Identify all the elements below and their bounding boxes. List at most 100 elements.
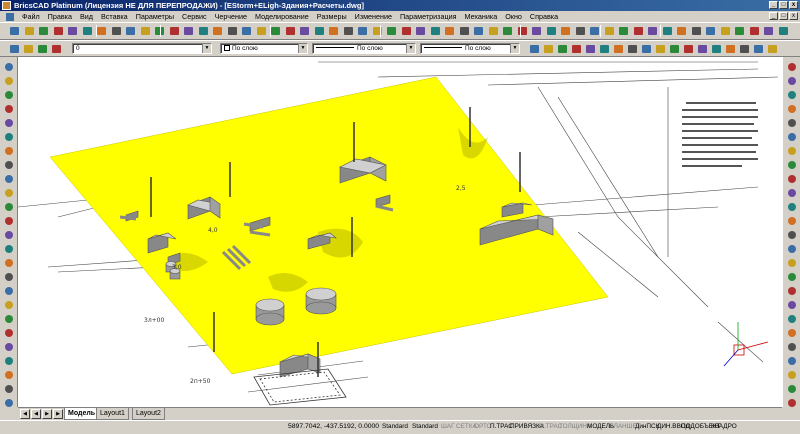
last-tab-button[interactable]: ▶ bbox=[53, 409, 63, 419]
toolbar-button[interactable] bbox=[342, 25, 355, 37]
menu-item[interactable]: Вид bbox=[76, 11, 97, 22]
toolbar-button[interactable] bbox=[766, 43, 779, 55]
menu-item[interactable]: Окно bbox=[501, 11, 526, 22]
text-style[interactable]: Standard bbox=[382, 423, 408, 430]
toolbar-button[interactable] bbox=[429, 25, 442, 37]
toolbar-button[interactable] bbox=[617, 25, 630, 37]
draw-tool-button[interactable] bbox=[3, 187, 15, 199]
view-tool-button[interactable] bbox=[786, 313, 798, 325]
draw-tool-button[interactable] bbox=[3, 383, 15, 395]
menu-item[interactable]: Моделирование bbox=[251, 11, 313, 22]
view-tool-button[interactable] bbox=[786, 229, 798, 241]
layer-dropdown[interactable]: 0 ▼ bbox=[72, 43, 212, 54]
toolbar-button[interactable] bbox=[598, 43, 611, 55]
menu-item[interactable]: Справка bbox=[526, 11, 562, 22]
status-toggle[interactable]: ОРТО bbox=[474, 423, 492, 430]
draw-tool-button[interactable] bbox=[3, 257, 15, 269]
menu-item[interactable]: Механика bbox=[461, 11, 502, 22]
draw-tool-button[interactable] bbox=[3, 285, 15, 297]
menu-item[interactable]: Вставка bbox=[97, 11, 132, 22]
view-tool-button[interactable] bbox=[786, 285, 798, 297]
doc-restore-button[interactable]: □ bbox=[779, 12, 788, 20]
toolbar-button[interactable] bbox=[559, 25, 572, 37]
draw-tool-button[interactable] bbox=[3, 61, 15, 73]
toolbar-button[interactable] bbox=[400, 25, 413, 37]
view-tool-button[interactable] bbox=[786, 243, 798, 255]
toolbar-button[interactable] bbox=[704, 25, 717, 37]
toolbar-button[interactable] bbox=[182, 25, 195, 37]
draw-tool-button[interactable] bbox=[3, 145, 15, 157]
draw-tool-button[interactable] bbox=[3, 131, 15, 143]
draw-tool-button[interactable] bbox=[3, 159, 15, 171]
toolbar-button[interactable] bbox=[612, 43, 625, 55]
toolbar-button[interactable] bbox=[654, 43, 667, 55]
toolbar-button[interactable] bbox=[661, 25, 674, 37]
draw-tool-button[interactable] bbox=[3, 89, 15, 101]
toolbar-button[interactable] bbox=[675, 25, 688, 37]
draw-tool-button[interactable] bbox=[3, 313, 15, 325]
close-button[interactable]: x bbox=[789, 1, 798, 9]
doc-close-button[interactable]: x bbox=[789, 12, 798, 20]
status-toggle[interactable]: КВАДРО bbox=[711, 423, 737, 430]
draw-tool-button[interactable] bbox=[3, 341, 15, 353]
toolbar-button[interactable] bbox=[37, 25, 50, 37]
color-dropdown[interactable]: По слою ▼ bbox=[220, 43, 308, 54]
view-tool-button[interactable] bbox=[786, 341, 798, 353]
toolbar-button[interactable] bbox=[487, 25, 500, 37]
view-tool-button[interactable] bbox=[786, 257, 798, 269]
linetype-dropdown[interactable]: По слою ▼ bbox=[312, 43, 416, 54]
view-tool-button[interactable] bbox=[786, 383, 798, 395]
toolbar-button[interactable] bbox=[36, 43, 49, 55]
toolbar-button[interactable] bbox=[168, 25, 181, 37]
toolbar-button[interactable] bbox=[710, 43, 723, 55]
toolbar-button[interactable] bbox=[284, 25, 297, 37]
toolbar-button[interactable] bbox=[626, 43, 639, 55]
view-tool-button[interactable] bbox=[786, 61, 798, 73]
view-tool-button[interactable] bbox=[786, 131, 798, 143]
view-tool-button[interactable] bbox=[786, 271, 798, 283]
toolbar-button[interactable] bbox=[748, 25, 761, 37]
toolbar-button[interactable] bbox=[458, 25, 471, 37]
toolbar-button[interactable] bbox=[542, 43, 555, 55]
toolbar-button[interactable] bbox=[696, 43, 709, 55]
toolbar-button[interactable] bbox=[371, 25, 384, 37]
toolbar-button[interactable] bbox=[733, 25, 746, 37]
view-tool-button[interactable] bbox=[786, 117, 798, 129]
draw-tool-button[interactable] bbox=[3, 103, 15, 115]
toolbar-button[interactable] bbox=[556, 43, 569, 55]
tab-layout2[interactable]: Layout2 bbox=[132, 408, 165, 420]
toolbar-button[interactable] bbox=[298, 25, 311, 37]
toolbar-button[interactable] bbox=[682, 43, 695, 55]
draw-tool-button[interactable] bbox=[3, 215, 15, 227]
toolbar-button[interactable] bbox=[528, 43, 541, 55]
toolbar-button[interactable] bbox=[23, 25, 36, 37]
view-tool-button[interactable] bbox=[786, 215, 798, 227]
toolbar-button[interactable] bbox=[530, 25, 543, 37]
toolbar-button[interactable] bbox=[385, 25, 398, 37]
view-tool-button[interactable] bbox=[786, 159, 798, 171]
maximize-button[interactable]: □ bbox=[779, 1, 788, 9]
view-tool-button[interactable] bbox=[786, 173, 798, 185]
lineweight-dropdown[interactable]: По слою ▼ bbox=[420, 43, 520, 54]
toolbar-button[interactable] bbox=[724, 43, 737, 55]
draw-tool-button[interactable] bbox=[3, 117, 15, 129]
toolbar-button[interactable] bbox=[52, 25, 65, 37]
status-toggle[interactable]: ШАГ bbox=[441, 423, 455, 430]
prev-tab-button[interactable]: ◀ bbox=[31, 409, 41, 419]
drawing-canvas[interactable]: 3,0 2,5 4,0 2п+50 3л+00 bbox=[18, 57, 782, 407]
toolbar-button[interactable] bbox=[8, 25, 21, 37]
toolbar-button[interactable] bbox=[719, 25, 732, 37]
status-toggle[interactable]: ДинПСК bbox=[635, 423, 659, 430]
menu-item[interactable]: Файл bbox=[18, 11, 44, 22]
minimize-button[interactable]: _ bbox=[769, 1, 778, 9]
toolbar-button[interactable] bbox=[752, 43, 765, 55]
view-tool-button[interactable] bbox=[786, 75, 798, 87]
draw-tool-button[interactable] bbox=[3, 243, 15, 255]
draw-tool-button[interactable] bbox=[3, 355, 15, 367]
draw-tool-button[interactable] bbox=[3, 271, 15, 283]
toolbar-button[interactable] bbox=[110, 25, 123, 37]
view-tool-button[interactable] bbox=[786, 187, 798, 199]
toolbar-button[interactable] bbox=[762, 25, 775, 37]
draw-tool-button[interactable] bbox=[3, 201, 15, 213]
toolbar-button[interactable] bbox=[501, 25, 514, 37]
